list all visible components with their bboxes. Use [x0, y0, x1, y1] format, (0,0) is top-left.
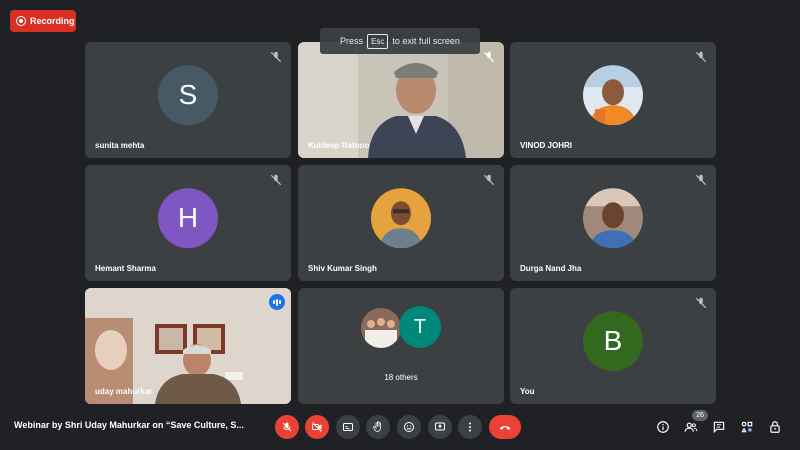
- more-icon: [469, 422, 471, 432]
- participant-name: Hemant Sharma: [95, 264, 156, 273]
- mic-off-icon: [695, 174, 707, 186]
- avatar: B: [583, 311, 643, 372]
- participant-tile-uday-mahurkar[interactable]: uday mahurkar: [85, 288, 291, 404]
- participant-name: VINOD JOHRI: [520, 141, 573, 150]
- mic-off-icon: [282, 422, 292, 432]
- mic-off-icon: [695, 51, 707, 63]
- avatar: H: [158, 188, 218, 249]
- others-count: 18 others: [384, 373, 418, 382]
- participant-name: sunita mehta: [95, 141, 145, 150]
- mic-off-icon: [270, 51, 282, 63]
- record-icon: [16, 16, 26, 26]
- meeting-details-button[interactable]: [654, 418, 672, 436]
- raise-hand-icon: [373, 421, 381, 432]
- chat-button[interactable]: [710, 418, 728, 436]
- recording-label: Recording: [30, 16, 75, 26]
- emoji-icon: [404, 422, 414, 432]
- mic-off-icon: [483, 51, 495, 63]
- chat-icon: [713, 421, 725, 434]
- participant-name: Durga Nand Jha: [520, 264, 582, 273]
- participant-tile-shiv-kumar-singh[interactable]: Shiv Kumar Singh: [298, 165, 504, 281]
- participant-name: Kuldeep Ratnoo: [308, 141, 370, 150]
- avatar: [361, 308, 401, 348]
- camera-toggle-button[interactable]: [305, 415, 329, 439]
- meet-stage: Recording Press Esc to exit full screen …: [0, 0, 800, 450]
- participant-tile-durga-nand-jha[interactable]: Durga Nand Jha: [510, 165, 716, 281]
- mic-off-icon: [270, 174, 282, 186]
- people-icon: [684, 422, 698, 432]
- participant-tile-others[interactable]: T 18 others: [298, 288, 504, 404]
- avatar: S: [158, 65, 218, 126]
- more-options-button[interactable]: [458, 415, 482, 439]
- participant-name: Shiv Kumar Singh: [308, 264, 377, 273]
- host-controls-icon: [770, 421, 780, 433]
- fullscreen-hint-suffix: to exit full screen: [392, 36, 460, 46]
- participant-tile-sunita-mehta[interactable]: S sunita mehta: [85, 42, 291, 158]
- speaking-indicator-icon: [269, 294, 285, 310]
- raise-hand-button[interactable]: [366, 415, 390, 439]
- fullscreen-hint-prefix: Press: [340, 36, 364, 46]
- info-icon: [657, 421, 669, 433]
- end-call-button[interactable]: [489, 415, 521, 439]
- mic-off-icon: [695, 297, 707, 309]
- esc-key: Esc: [367, 33, 389, 49]
- activities-icon: [741, 421, 753, 433]
- others-avatars: T: [361, 306, 441, 350]
- mic-off-icon: [483, 174, 495, 186]
- avatar: [371, 188, 431, 249]
- avatar: [583, 188, 643, 249]
- meeting-title: Webinar by Shri Uday Mahurkar on “Save C…: [14, 420, 244, 430]
- fullscreen-hint: Press Esc to exit full screen: [320, 28, 480, 54]
- present-button[interactable]: [428, 415, 452, 439]
- avatar: [583, 65, 643, 126]
- present-icon: [435, 422, 445, 431]
- host-controls-button[interactable]: [766, 418, 784, 436]
- participant-tile-you[interactable]: B You: [510, 288, 716, 404]
- participant-name: You: [520, 387, 535, 396]
- camera-off-icon: [312, 422, 322, 432]
- activities-button[interactable]: [738, 418, 756, 436]
- emoji-button[interactable]: [397, 415, 421, 439]
- recording-badge: Recording: [10, 10, 76, 32]
- mic-toggle-button[interactable]: [275, 415, 299, 439]
- end-call-icon: [499, 425, 511, 430]
- participant-tile-vinod-johri[interactable]: VINOD JOHRI: [510, 42, 716, 158]
- people-button[interactable]: [682, 418, 700, 436]
- avatar: T: [399, 306, 441, 348]
- participant-tile-hemant-sharma[interactable]: H Hemant Sharma: [85, 165, 291, 281]
- captions-button[interactable]: [336, 415, 360, 439]
- participant-tile-kuldeep-ratnoo[interactable]: Kuldeep Ratnoo: [298, 42, 504, 158]
- participant-name: uday mahurkar: [95, 387, 153, 396]
- captions-icon: [343, 423, 353, 431]
